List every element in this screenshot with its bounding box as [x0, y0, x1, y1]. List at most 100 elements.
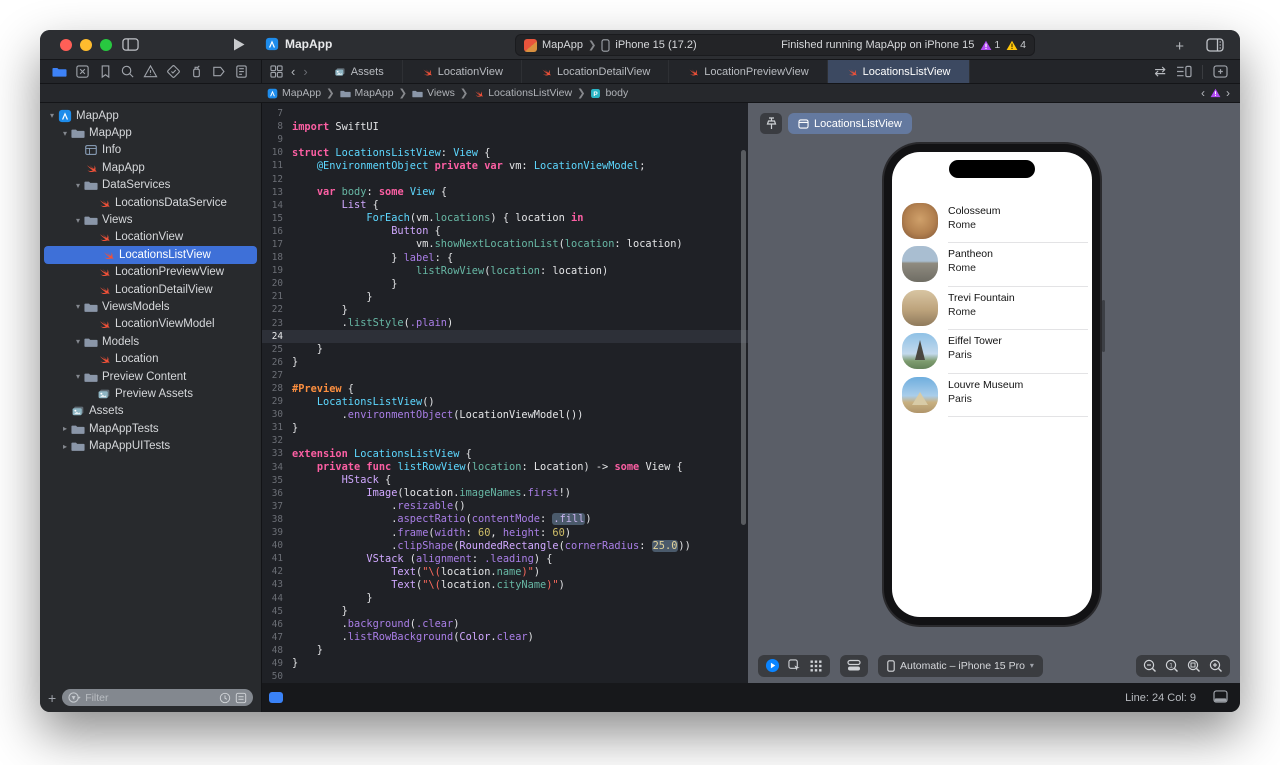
disclosure-chevron-icon[interactable]: ▾	[72, 216, 84, 225]
code-line-49[interactable]: 49}	[262, 657, 748, 670]
sidebar-item-Views[interactable]: ▾Views	[40, 211, 261, 228]
sidebar-toggle-icon[interactable]	[122, 37, 139, 52]
code-line-30[interactable]: 30 .environmentObject(LocationViewModel(…	[262, 408, 748, 421]
breadcrumb-item-MapApp[interactable]: MapApp	[340, 87, 394, 99]
minimize-window-button[interactable]	[80, 39, 92, 51]
code-line-33[interactable]: 33extension LocationsListView {	[262, 447, 748, 460]
code-line-35[interactable]: 35 HStack {	[262, 474, 748, 487]
find-tab[interactable]	[120, 64, 135, 79]
code-line-13[interactable]: 13 var body: some View {	[262, 186, 748, 199]
previous-issue-icon[interactable]: ‹	[1201, 86, 1205, 100]
code-line-18[interactable]: 18 } label: {	[262, 251, 748, 264]
device-settings-button[interactable]	[844, 657, 864, 675]
code-line-16[interactable]: 16 Button {	[262, 225, 748, 238]
code-line-41[interactable]: 41 VStack (alignment: .leading) {	[262, 552, 748, 565]
sidebar-item-Preview Content[interactable]: ▾Preview Content	[40, 368, 261, 385]
sidebar-item-LocationViewModel[interactable]: LocationViewModel	[40, 316, 261, 333]
reports-tab[interactable]	[234, 64, 249, 79]
location-row-Trevi Fountain[interactable]: Trevi FountainRome	[892, 287, 1092, 330]
debug-area-toggle-icon[interactable]	[1213, 690, 1228, 703]
code-line-46[interactable]: 46 .background(.clear)	[262, 618, 748, 631]
sidebar-item-Info[interactable]: Info	[40, 142, 261, 159]
add-editor-icon[interactable]	[1213, 65, 1228, 78]
location-row-Louvre Museum[interactable]: Louvre MuseumParis	[892, 374, 1092, 417]
zoom-out-button[interactable]	[1140, 657, 1160, 675]
breakpoints-tab[interactable]	[211, 64, 226, 79]
zoom-100-button[interactable]: 1	[1162, 657, 1182, 675]
code-line-34[interactable]: 34 private func listRowView(location: Lo…	[262, 461, 748, 474]
breakpoint-indicator[interactable]	[269, 692, 283, 703]
code-line-24[interactable]: 24	[262, 330, 748, 343]
breadcrumb-item-body[interactable]: Pbody	[590, 87, 628, 99]
scheme-project[interactable]: MapApp	[542, 39, 583, 51]
scheme-device[interactable]: iPhone 15 (17.2)	[615, 39, 696, 51]
sidebar-item-MapAppUITests[interactable]: ▸MapAppUITests	[40, 437, 261, 454]
code-line-19[interactable]: 19 listRowView(location: location)	[262, 264, 748, 277]
code-line-27[interactable]: 27	[262, 369, 748, 382]
code-line-26[interactable]: 26}	[262, 356, 748, 369]
disclosure-chevron-icon[interactable]: ▾	[46, 111, 58, 120]
inspector-toggle-icon[interactable]	[1206, 38, 1224, 52]
code-line-17[interactable]: 17 vm.showNextLocationList(location: loc…	[262, 238, 748, 251]
code-line-40[interactable]: 40 .clipShape(RoundedRectangle(cornerRad…	[262, 539, 748, 552]
code-line-11[interactable]: 11 @EnvironmentObject private var vm: Lo…	[262, 159, 748, 172]
related-items-icon[interactable]	[270, 65, 283, 78]
breadcrumb-item-LocationsListView[interactable]: LocationsListView	[473, 87, 572, 99]
zoom-in-button[interactable]	[1206, 657, 1226, 675]
code-line-23[interactable]: 23 .listStyle(.plain)	[262, 317, 748, 330]
code-line-45[interactable]: 45 }	[262, 605, 748, 618]
editor-tab-LocationDetailView[interactable]: LocationDetailView	[522, 60, 669, 83]
code-line-38[interactable]: 38 .aspectRatio(contentMode: .fill)	[262, 513, 748, 526]
code-line-36[interactable]: 36 Image(location.imageNames.first!)	[262, 487, 748, 500]
pin-preview-button[interactable]	[760, 113, 782, 134]
code-line-10[interactable]: 10struct LocationsListView: View {	[262, 146, 748, 159]
issues-tab[interactable]	[143, 64, 158, 79]
code-line-25[interactable]: 25 }	[262, 343, 748, 356]
location-row-Colosseum[interactable]: ColosseumRome	[892, 200, 1092, 243]
disclosure-chevron-icon[interactable]: ▾	[59, 129, 71, 138]
disclosure-chevron-icon[interactable]: ▸	[59, 442, 71, 451]
sidebar-item-ViewsModels[interactable]: ▾ViewsModels	[40, 298, 261, 315]
preview-device-selector[interactable]: Automatic – iPhone 15 Pro ▾	[878, 655, 1043, 677]
code-line-7[interactable]: 7	[262, 107, 748, 120]
editor-tab-LocationsListView[interactable]: LocationsListView	[828, 60, 970, 83]
add-tab-button[interactable]: +	[1175, 38, 1184, 55]
code-line-15[interactable]: 15 ForEach(vm.locations) { location in	[262, 212, 748, 225]
run-button[interactable]	[232, 37, 246, 52]
code-line-44[interactable]: 44 }	[262, 591, 748, 604]
code-line-12[interactable]: 12	[262, 172, 748, 185]
code-line-48[interactable]: 48 }	[262, 644, 748, 657]
sidebar-item-MapApp[interactable]: MapApp	[40, 159, 261, 176]
code-line-31[interactable]: 31}	[262, 421, 748, 434]
preview-target-pill[interactable]: LocationsListView	[788, 113, 912, 134]
sidebar-item-DataServices[interactable]: ▾DataServices	[40, 177, 261, 194]
source-control-tab[interactable]	[75, 64, 90, 79]
sidebar-item-LocationsDataService[interactable]: LocationsDataService	[40, 194, 261, 211]
variants-button[interactable]	[806, 657, 826, 675]
disclosure-chevron-icon[interactable]: ▾	[72, 337, 84, 346]
code-line-39[interactable]: 39 .frame(width: 60, height: 60)	[262, 526, 748, 539]
code-line-47[interactable]: 47 .listRowBackground(Color.clear)	[262, 631, 748, 644]
sidebar-item-Assets[interactable]: Assets	[40, 403, 261, 420]
sidebar-item-LocationsListView[interactable]: LocationsListView	[44, 246, 257, 263]
debug-tab[interactable]	[189, 64, 204, 79]
bookmarks-tab[interactable]	[98, 64, 113, 79]
code-line-21[interactable]: 21 }	[262, 290, 748, 303]
disclosure-chevron-icon[interactable]: ▾	[72, 181, 84, 190]
swap-editor-icon[interactable]: ⇄	[1154, 63, 1166, 80]
editor-tab-Assets[interactable]: Assets	[316, 60, 403, 83]
code-editor[interactable]: 78import SwiftUI910struct LocationsListV…	[262, 103, 748, 683]
code-line-28[interactable]: 28#Preview {	[262, 382, 748, 395]
scm-status-filter-icon[interactable]	[235, 692, 247, 704]
sidebar-item-Preview Assets[interactable]: Preview Assets	[40, 385, 261, 402]
sidebar-item-MapAppTests[interactable]: ▸MapAppTests	[40, 420, 261, 437]
location-row-Pantheon[interactable]: PantheonRome	[892, 243, 1092, 286]
location-row-Eiffel Tower[interactable]: Eiffel TowerParis	[892, 330, 1092, 373]
code-line-22[interactable]: 22 }	[262, 303, 748, 316]
tests-tab[interactable]	[166, 64, 181, 79]
go-back-icon[interactable]: ‹	[291, 64, 295, 79]
code-line-29[interactable]: 29 LocationsListView()	[262, 395, 748, 408]
code-line-32[interactable]: 32	[262, 434, 748, 447]
breadcrumb-item-MapApp[interactable]: MapApp	[267, 87, 321, 99]
warning-issues-badge[interactable]: 4	[1006, 39, 1026, 51]
